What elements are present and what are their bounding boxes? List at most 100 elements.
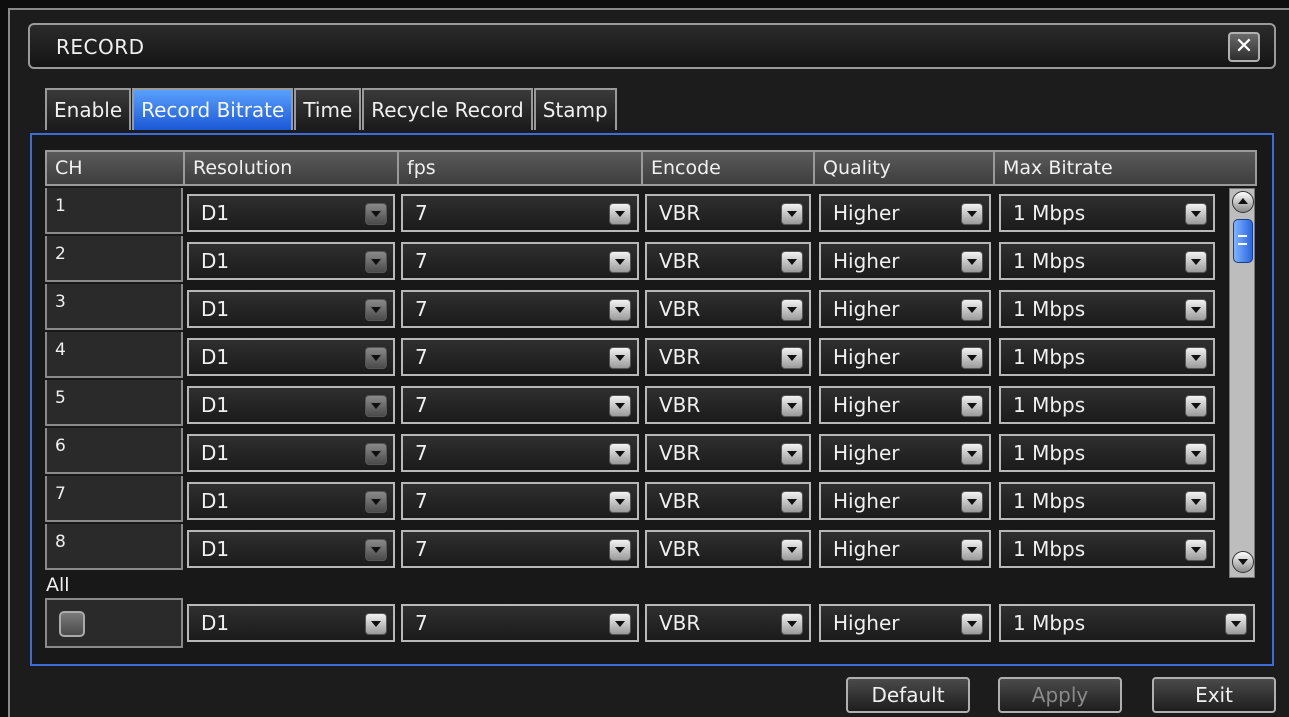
chevron-down-icon [609, 443, 631, 465]
resolution-select[interactable]: D1 [187, 338, 395, 376]
channel-number: 4 [45, 332, 183, 378]
quality-select[interactable]: Higher [819, 482, 991, 520]
all-resolution-select[interactable]: D1 [187, 604, 395, 642]
fps-select[interactable]: 7 [401, 386, 639, 424]
fps-select[interactable]: 7 [401, 434, 639, 472]
chevron-down-icon [609, 539, 631, 561]
resolution-select[interactable]: D1 [187, 482, 395, 520]
select-value: VBR [659, 297, 701, 321]
resolution-select[interactable]: D1 [187, 434, 395, 472]
max-bitrate-select[interactable]: 1 Mbps [999, 194, 1215, 232]
close-icon: ✕ [1234, 34, 1254, 59]
channel-number: 2 [45, 236, 183, 282]
encode-select[interactable]: VBR [645, 242, 811, 280]
encode-select[interactable]: VBR [645, 290, 811, 328]
max-bitrate-select[interactable]: 1 Mbps [999, 434, 1215, 472]
encode-select[interactable]: VBR [645, 386, 811, 424]
select-value: 7 [415, 393, 428, 417]
max-bitrate-select[interactable]: 1 Mbps [999, 386, 1215, 424]
select-value: 1 Mbps [1013, 393, 1086, 417]
resolution-select[interactable]: D1 [187, 242, 395, 280]
select-value: Higher [833, 249, 900, 273]
all-encode-select[interactable]: VBR [645, 604, 811, 642]
select-value: 7 [415, 201, 428, 225]
all-checkbox[interactable] [59, 611, 85, 637]
encode-select[interactable]: VBR [645, 482, 811, 520]
tab-enable[interactable]: Enable [45, 88, 132, 130]
max-bitrate-select[interactable]: 1 Mbps [999, 482, 1215, 520]
tab-record-bitrate[interactable]: Record Bitrate [132, 88, 294, 130]
max-bitrate-select[interactable]: 1 Mbps [999, 338, 1215, 376]
all-quality-select[interactable]: Higher [819, 604, 991, 642]
table-row: 7 D1 7 VBR Higher 1 Mbps [45, 476, 1227, 524]
fps-select[interactable]: 7 [401, 290, 639, 328]
quality-select[interactable]: Higher [819, 434, 991, 472]
select-value: Higher [833, 441, 900, 465]
scroll-up-icon[interactable] [1232, 191, 1254, 213]
select-value: VBR [659, 249, 701, 273]
exit-button[interactable]: Exit [1152, 677, 1276, 713]
select-value: Higher [833, 393, 900, 417]
quality-select[interactable]: Higher [819, 242, 991, 280]
table-row: 6 D1 7 VBR Higher 1 Mbps [45, 428, 1227, 476]
fps-select[interactable]: 7 [401, 530, 639, 568]
max-bitrate-select[interactable]: 1 Mbps [999, 242, 1215, 280]
table-header: CH Resolution fps Encode Quality Max Bit… [45, 150, 1257, 186]
select-value: VBR [659, 201, 701, 225]
select-value: 1 Mbps [1013, 611, 1086, 635]
chevron-down-icon [609, 299, 631, 321]
resolution-select[interactable]: D1 [187, 530, 395, 568]
quality-select[interactable]: Higher [819, 290, 991, 328]
encode-select[interactable]: VBR [645, 434, 811, 472]
select-value: 7 [415, 345, 428, 369]
chevron-down-icon [609, 251, 631, 273]
chevron-down-icon [781, 443, 803, 465]
all-max-bitrate-select[interactable]: 1 Mbps [999, 604, 1255, 642]
select-value: 7 [415, 441, 428, 465]
chevron-down-icon [781, 491, 803, 513]
quality-select[interactable]: Higher [819, 194, 991, 232]
fps-select[interactable]: 7 [401, 242, 639, 280]
channel-number: 3 [45, 284, 183, 330]
select-value: VBR [659, 611, 701, 635]
encode-select[interactable]: VBR [645, 194, 811, 232]
table-row: 3 D1 7 VBR Higher 1 Mbps [45, 284, 1227, 332]
quality-select[interactable]: Higher [819, 530, 991, 568]
chevron-down-icon [365, 613, 387, 635]
header-max-bitrate: Max Bitrate [995, 152, 1255, 184]
header-ch: CH [47, 152, 185, 184]
scroll-thumb[interactable] [1233, 219, 1253, 263]
resolution-select[interactable]: D1 [187, 290, 395, 328]
quality-select[interactable]: Higher [819, 386, 991, 424]
fps-select[interactable]: 7 [401, 482, 639, 520]
encode-select[interactable]: VBR [645, 338, 811, 376]
select-value: Higher [833, 537, 900, 561]
apply-button[interactable]: Apply [998, 677, 1122, 713]
close-button[interactable]: ✕ [1228, 32, 1260, 62]
scrollbar[interactable] [1229, 188, 1255, 578]
table-row: 1 D1 7 VBR Higher 1 Mbps [45, 188, 1227, 236]
chevron-down-icon [609, 203, 631, 225]
quality-select[interactable]: Higher [819, 338, 991, 376]
tab-recycle-record[interactable]: Recycle Record [362, 88, 533, 130]
select-value: 1 Mbps [1013, 297, 1086, 321]
encode-select[interactable]: VBR [645, 530, 811, 568]
chevron-down-icon [609, 613, 631, 635]
all-row: D1 7 VBR Higher 1 Mbps [45, 598, 1257, 648]
select-value: 7 [415, 297, 428, 321]
channel-number: 6 [45, 428, 183, 474]
all-fps-select[interactable]: 7 [401, 604, 639, 642]
chevron-down-icon [961, 613, 983, 635]
scroll-down-icon[interactable] [1232, 551, 1254, 573]
tab-stamp[interactable]: Stamp [533, 88, 617, 130]
resolution-select[interactable]: D1 [187, 194, 395, 232]
select-value: VBR [659, 537, 701, 561]
chevron-down-icon [365, 299, 387, 321]
resolution-select[interactable]: D1 [187, 386, 395, 424]
max-bitrate-select[interactable]: 1 Mbps [999, 530, 1215, 568]
fps-select[interactable]: 7 [401, 194, 639, 232]
max-bitrate-select[interactable]: 1 Mbps [999, 290, 1215, 328]
fps-select[interactable]: 7 [401, 338, 639, 376]
tab-time[interactable]: Time [294, 88, 362, 130]
default-button[interactable]: Default [846, 677, 970, 713]
